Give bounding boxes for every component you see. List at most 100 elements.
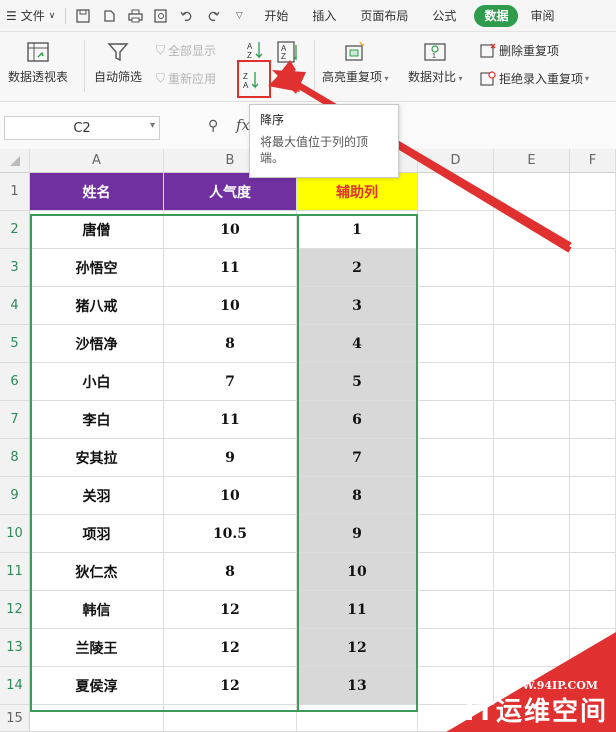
empty-cell[interactable] [570,325,616,363]
empty-cell[interactable] [570,553,616,591]
empty-cell[interactable] [418,591,494,629]
print-icon[interactable] [122,0,148,32]
empty-cell[interactable] [494,211,570,249]
table-cell[interactable]: 10 [297,553,418,591]
empty-cell[interactable] [570,401,616,439]
empty-cell[interactable] [570,249,616,287]
save-icon[interactable] [70,0,96,32]
tab-review[interactable]: 审阅 [524,0,560,32]
header-cell[interactable]: 辅助列 [297,173,418,211]
table-cell[interactable]: 3 [297,287,418,325]
table-cell[interactable]: 孙悟空 [30,249,164,287]
print-preview-icon[interactable] [148,0,174,32]
column-header-f[interactable]: F [570,149,616,173]
table-cell[interactable]: 6 [297,401,418,439]
reapply-button[interactable]: ⛉ 重新应用 [156,70,216,87]
table-cell[interactable]: 5 [297,363,418,401]
empty-cell[interactable] [418,515,494,553]
table-cell[interactable]: 安其拉 [30,439,164,477]
tab-insert[interactable]: 插入 [300,0,348,32]
file-menu[interactable]: ☰ 文件 ∨ [0,0,61,32]
tab-formula[interactable]: 公式 [420,0,468,32]
pivot-table-button[interactable]: 数据透视表 [8,40,68,85]
header-cell[interactable]: 人气度 [164,173,297,211]
empty-cell[interactable] [297,705,418,732]
table-cell[interactable]: 8 [164,325,297,363]
row-header[interactable]: 14 [0,667,30,705]
redo-icon[interactable] [200,0,226,32]
empty-cell[interactable] [494,287,570,325]
table-cell[interactable]: 7 [164,363,297,401]
highlight-duplicates-button[interactable]: 高亮重复项 ▾ [322,40,389,85]
undo-icon[interactable] [174,0,200,32]
table-cell[interactable]: 13 [297,667,418,705]
empty-cell[interactable] [570,287,616,325]
tab-home[interactable]: 开始 [252,0,300,32]
table-cell[interactable]: 9 [164,439,297,477]
table-cell[interactable]: 项羽 [30,515,164,553]
empty-cell[interactable] [418,553,494,591]
sort-ascending-button[interactable]: AZ [246,40,264,60]
empty-cell[interactable] [494,591,570,629]
table-cell[interactable]: 12 [164,667,297,705]
table-cell[interactable]: 沙悟净 [30,325,164,363]
table-cell[interactable]: 1 [297,211,418,249]
empty-cell[interactable] [418,439,494,477]
empty-cell[interactable] [570,591,616,629]
empty-cell[interactable] [418,363,494,401]
row-header[interactable]: 9 [0,477,30,515]
table-cell[interactable]: 10.5 [164,515,297,553]
table-cell[interactable]: 12 [164,629,297,667]
table-cell[interactable]: 12 [164,591,297,629]
row-header[interactable]: 7 [0,401,30,439]
empty-cell[interactable] [570,477,616,515]
empty-cell[interactable] [570,363,616,401]
export-icon[interactable] [96,0,122,32]
table-cell[interactable]: 10 [164,287,297,325]
table-cell[interactable]: 狄仁杰 [30,553,164,591]
column-header-a[interactable]: A [30,149,164,173]
reject-duplicates-button[interactable]: 拒绝录入重复项 ▾ [480,70,589,87]
empty-cell[interactable] [494,249,570,287]
row-header[interactable]: 6 [0,363,30,401]
table-cell[interactable]: 小白 [30,363,164,401]
table-cell[interactable]: 10 [164,211,297,249]
empty-cell[interactable] [494,553,570,591]
table-cell[interactable]: 猪八戒 [30,287,164,325]
table-cell[interactable]: 10 [164,477,297,515]
table-cell[interactable]: 12 [297,629,418,667]
table-cell[interactable]: 9 [297,515,418,553]
empty-cell[interactable] [494,363,570,401]
row-header[interactable]: 15 [0,705,30,732]
table-cell[interactable]: 8 [297,477,418,515]
select-all-corner[interactable] [0,149,30,173]
column-header-e[interactable]: E [494,149,570,173]
table-cell[interactable]: 关羽 [30,477,164,515]
row-header[interactable]: 5 [0,325,30,363]
name-box[interactable]: C2 ▾ [4,116,160,140]
empty-cell[interactable] [570,173,616,211]
remove-duplicates-button[interactable]: 删除重复项 [480,42,559,59]
table-cell[interactable]: 8 [164,553,297,591]
table-cell[interactable]: 11 [297,591,418,629]
row-header[interactable]: 11 [0,553,30,591]
empty-cell[interactable] [494,515,570,553]
tab-page-layout[interactable]: 页面布局 [348,0,420,32]
empty-cell[interactable] [494,439,570,477]
empty-cell[interactable] [570,211,616,249]
empty-cell[interactable] [418,173,494,211]
table-cell[interactable]: 11 [164,249,297,287]
empty-cell[interactable] [418,477,494,515]
empty-cell[interactable] [494,477,570,515]
tab-data[interactable]: 数据 [474,4,519,27]
table-cell[interactable]: 韩信 [30,591,164,629]
empty-cell[interactable] [418,249,494,287]
table-cell[interactable]: 唐僧 [30,211,164,249]
empty-cell[interactable] [418,287,494,325]
table-cell[interactable]: 4 [297,325,418,363]
empty-cell[interactable] [30,705,164,732]
table-cell[interactable]: 兰陵王 [30,629,164,667]
auto-filter-button[interactable]: 自动筛选 [94,40,142,85]
show-all-button[interactable]: ⛉ 全部显示 [156,42,216,59]
row-header[interactable]: 1 [0,173,30,211]
